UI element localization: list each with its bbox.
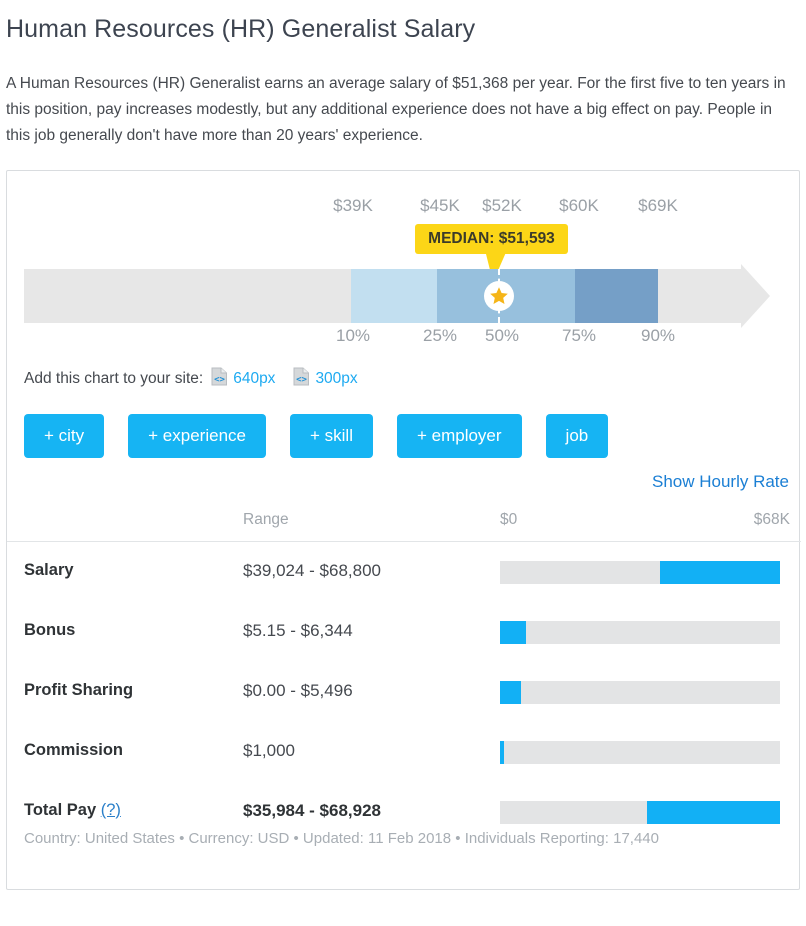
code-file-icon: <> bbox=[211, 367, 228, 391]
percentile-tick-90: 90% bbox=[641, 326, 675, 346]
row-label-total-pay-text: Total Pay bbox=[24, 801, 96, 819]
add-experience-button[interactable]: + experience bbox=[128, 414, 266, 458]
embed-size-640-link[interactable]: 640px bbox=[233, 370, 275, 388]
axis-label-max: $68K bbox=[754, 511, 790, 529]
row-label-bonus: Bonus bbox=[24, 621, 75, 640]
percentile-tick-25: 25% bbox=[423, 326, 457, 346]
job-button[interactable]: job bbox=[546, 414, 609, 458]
embed-option-300[interactable]: <> 300px bbox=[293, 367, 357, 391]
row-bar-bonus bbox=[500, 621, 780, 644]
salary-tick-10: $39K bbox=[333, 196, 373, 216]
row-bar-fill bbox=[660, 561, 780, 584]
embed-label: Add this chart to your site: bbox=[24, 370, 203, 388]
table-row: Bonus $5.15 - $6,344 bbox=[7, 602, 801, 662]
row-value-bonus: $5.15 - $6,344 bbox=[243, 621, 353, 641]
page-title: Human Resources (HR) Generalist Salary bbox=[6, 15, 475, 44]
show-hourly-rate-link[interactable]: Show Hourly Rate bbox=[652, 472, 789, 492]
row-bar-total-pay bbox=[500, 801, 780, 824]
row-label-commission: Commission bbox=[24, 741, 123, 760]
percentile-band-10-25 bbox=[351, 269, 437, 323]
row-value-total-pay: $35,984 - $68,928 bbox=[243, 801, 381, 821]
table-row: Commission $1,000 bbox=[7, 722, 801, 782]
percentile-bar-arrow-tip bbox=[741, 264, 770, 328]
intro-paragraph: A Human Resources (HR) Generalist earns … bbox=[6, 71, 796, 149]
row-bar-commission bbox=[500, 741, 780, 764]
table-row: Salary $39,024 - $68,800 bbox=[7, 542, 801, 602]
embed-size-300-link[interactable]: 300px bbox=[315, 370, 357, 388]
row-value-salary: $39,024 - $68,800 bbox=[243, 561, 381, 581]
percentile-band-75-90 bbox=[575, 269, 658, 323]
row-label-salary: Salary bbox=[24, 561, 74, 580]
code-file-icon: <> bbox=[293, 367, 310, 391]
row-bar-fill bbox=[647, 801, 780, 824]
add-city-button[interactable]: + city bbox=[24, 414, 104, 458]
add-skill-button[interactable]: + skill bbox=[290, 414, 373, 458]
axis-label-min: $0 bbox=[500, 511, 517, 529]
row-value-profit-sharing: $0.00 - $5,496 bbox=[243, 681, 353, 701]
row-value-commission: $1,000 bbox=[243, 741, 295, 761]
percentile-chart: $39K $45K $52K $60K $69K MEDIAN: $51,593 bbox=[7, 171, 801, 361]
percentile-tick-10: 10% bbox=[336, 326, 370, 346]
row-label-profit-sharing: Profit Sharing bbox=[24, 681, 133, 700]
row-bar-fill bbox=[500, 621, 526, 644]
salary-report-page: Human Resources (HR) Generalist Salary A… bbox=[0, 0, 806, 926]
salary-tick-50: $52K bbox=[482, 196, 522, 216]
table-row: Profit Sharing $0.00 - $5,496 bbox=[7, 662, 801, 722]
salary-tick-25: $45K bbox=[420, 196, 460, 216]
percentile-tick-75: 75% bbox=[562, 326, 596, 346]
salary-tick-75: $60K bbox=[559, 196, 599, 216]
salary-card: $39K $45K $52K $60K $69K MEDIAN: $51,593 bbox=[6, 170, 800, 890]
percentile-tick-50: 50% bbox=[485, 326, 519, 346]
add-employer-button[interactable]: + employer bbox=[397, 414, 522, 458]
row-bar-salary bbox=[500, 561, 780, 584]
filter-button-row: + city + experience + skill + employer j… bbox=[24, 414, 632, 458]
percentile-bar-track bbox=[24, 269, 768, 323]
svg-text:<>: <> bbox=[297, 375, 308, 385]
row-bar-profit-sharing bbox=[500, 681, 780, 704]
row-label-total-pay: Total Pay (?) bbox=[24, 801, 121, 820]
data-footnote: Country: United States • Currency: USD •… bbox=[24, 830, 659, 847]
embed-chart-row: Add this chart to your site: <> 640px bbox=[24, 367, 376, 391]
column-header-range: Range bbox=[243, 511, 289, 529]
salary-tick-90: $69K bbox=[638, 196, 678, 216]
svg-text:<>: <> bbox=[214, 375, 225, 385]
embed-option-640[interactable]: <> 640px bbox=[211, 367, 275, 391]
total-pay-help-icon[interactable]: (?) bbox=[101, 801, 121, 819]
pay-table-header: Range $0 $68K bbox=[7, 501, 801, 542]
row-bar-fill bbox=[500, 681, 521, 704]
median-star-marker bbox=[484, 281, 514, 311]
row-bar-fill bbox=[500, 741, 504, 764]
